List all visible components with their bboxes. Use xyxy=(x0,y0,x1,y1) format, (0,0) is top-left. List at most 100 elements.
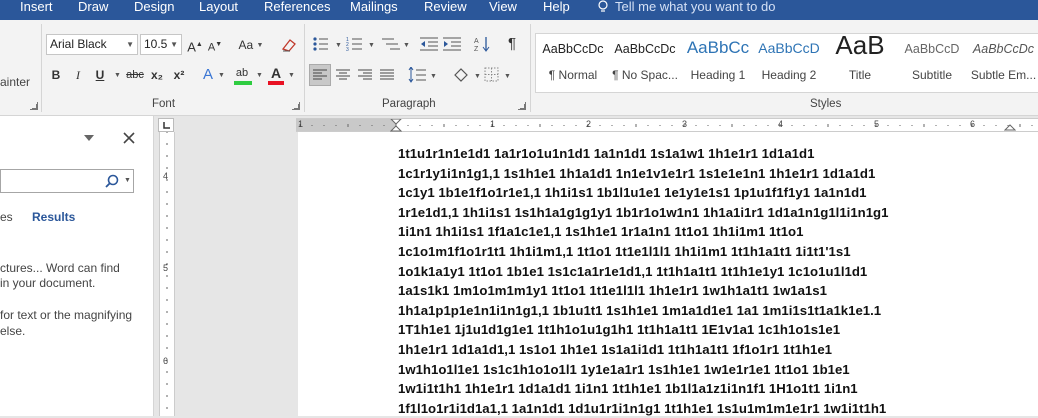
underline-button[interactable]: U xyxy=(92,65,108,85)
style-subtle-emphasis[interactable]: AaBbCcDc Subtle Em... xyxy=(968,34,1038,92)
chevron-down-icon[interactable]: ▼ xyxy=(218,72,225,79)
svg-text:▼: ▼ xyxy=(403,42,410,49)
subscript-button[interactable]: x₂ xyxy=(148,65,166,85)
style-name: ¶ No Spac... xyxy=(612,68,678,82)
style-name: Title xyxy=(848,68,872,82)
menu-insert[interactable]: Insert xyxy=(20,0,53,16)
menu-design[interactable]: Design xyxy=(134,0,174,16)
font-size-value: 10.5 xyxy=(144,37,168,51)
svg-text:3: 3 xyxy=(346,47,349,52)
bullets-icon[interactable]: ▼ xyxy=(312,36,346,52)
indent-marker-icon[interactable] xyxy=(390,119,402,133)
grow-font-icon: A xyxy=(187,39,196,55)
text-line: 1a1s1k1 1m1o1m1m1y1 1t1o1 1t1e1l1l1 1h1e… xyxy=(398,283,827,299)
text-line: 1T1h1e1 1j1u1d1g1e1 1t1h1o1u1g1h1 1t1h1a… xyxy=(398,322,841,338)
menu-help[interactable]: Help xyxy=(543,0,570,16)
document-body[interactable]: 1t1u1r1n1e1d1 1a1r1o1u1n1d1 1a1n1d1 1s1a… xyxy=(398,144,1038,418)
style-heading-2[interactable]: AaBbCcD Heading 2 xyxy=(756,34,822,92)
text-line: 1h1a1p1p1e1n1i1n1g1,1 1b1u1t1 1s1h1e1 1m… xyxy=(398,302,882,318)
increase-indent-icon[interactable] xyxy=(443,36,461,52)
style-preview: AaBbCcDc xyxy=(614,42,676,56)
menu-draw[interactable]: Draw xyxy=(78,0,108,16)
style-subtitle[interactable]: AaBbCcD Subtitle xyxy=(898,34,966,92)
show-formatting-button[interactable]: ¶ xyxy=(505,34,519,54)
ribbon: ainter Arial Black ▼ 10.5 ▼ A▲ A▼ Aa ▼ B I… xyxy=(0,20,1038,116)
borders-icon[interactable]: ▼ xyxy=(484,66,514,84)
align-left-button[interactable] xyxy=(309,64,331,86)
chevron-down-icon[interactable]: ▼ xyxy=(288,72,295,79)
svg-text:A: A xyxy=(474,38,479,45)
clear-formatting-icon[interactable] xyxy=(280,37,298,53)
style-name: ¶ Normal xyxy=(548,68,598,82)
italic-button[interactable]: I xyxy=(70,65,86,85)
right-indent-marker-icon[interactable] xyxy=(1004,123,1016,131)
bold-button[interactable]: B xyxy=(48,65,64,85)
left-tab-icon xyxy=(163,122,170,129)
style-no-spacing[interactable]: AaBbCcDc ¶ No Spac... xyxy=(610,34,680,92)
chevron-down-icon[interactable]: ▼ xyxy=(124,177,131,184)
align-center-button[interactable] xyxy=(333,65,353,85)
text-effects-button[interactable]: A xyxy=(200,65,216,85)
text-line: 1c1o1m1f1o1r1t1 1h1i1m1,1 1t1o1 1t1e1l1l… xyxy=(398,243,851,259)
ruler-number: 5 xyxy=(874,119,880,129)
menu-mailings[interactable]: Mailings xyxy=(350,0,398,16)
style-name: Subtitle xyxy=(911,68,953,82)
menu-layout[interactable]: Layout xyxy=(199,0,238,16)
grow-font-button[interactable]: A▲ xyxy=(186,35,204,55)
paragraph-launcher-icon[interactable] xyxy=(518,102,526,110)
font-name-box[interactable]: Arial Black ▼ xyxy=(46,34,138,55)
numbering-icon[interactable]: 1 2 3 ▼ xyxy=(346,36,380,52)
justify-icon xyxy=(380,69,394,80)
text-line: 1o1k1a1y1 1t1o1 1b1e1 1s1c1a1r1e1d1,1 1t… xyxy=(398,263,868,279)
style-normal[interactable]: AaBbCcDc ¶ Normal xyxy=(538,34,608,92)
style-name: Heading 1 xyxy=(690,68,746,82)
menu-view[interactable]: View xyxy=(489,0,517,16)
change-case-button[interactable]: Aa ▼ xyxy=(236,35,266,55)
horizontal-ruler[interactable]: 1 1 2 3 4 5 6 xyxy=(296,118,1038,132)
shading-icon[interactable]: ▼ xyxy=(452,66,482,84)
navigation-pane: ▼ es Results ctures... Word can find in … xyxy=(0,116,154,416)
highlight-button[interactable]: ab xyxy=(232,63,252,83)
menu-references[interactable]: References xyxy=(264,0,330,16)
svg-text:Z: Z xyxy=(474,46,479,53)
chevron-down-icon[interactable]: ▼ xyxy=(256,72,263,79)
tab-pages[interactable]: es xyxy=(0,210,13,224)
sort-icon[interactable]: AZ xyxy=(474,35,492,53)
menu-review[interactable]: Review xyxy=(424,0,467,16)
style-heading-1[interactable]: AaBbCc Heading 1 xyxy=(682,34,754,92)
text-line: 1r1e1d1,1 1h1i1s1 1s1h1a1g1g1y1 1b1r1o1w… xyxy=(398,204,889,220)
chevron-down-icon[interactable] xyxy=(84,134,94,142)
chevron-down-icon[interactable]: ▼ xyxy=(114,72,121,79)
document-page[interactable]: 1t1u1r1n1e1d1 1a1r1o1u1n1d1 1a1n1d1 1s1a… xyxy=(298,132,1038,416)
strikethrough-button[interactable]: abc xyxy=(125,65,145,85)
text-line: 1t1u1r1n1e1d1 1a1r1o1u1n1d1 1a1n1d1 1s1a… xyxy=(398,146,815,161)
shrink-font-button[interactable]: A▼ xyxy=(206,35,224,55)
font-size-box[interactable]: 10.5 ▼ xyxy=(140,34,182,55)
svg-text:▼: ▼ xyxy=(335,42,342,49)
font-launcher-icon[interactable] xyxy=(292,102,300,110)
search-input[interactable]: ▼ xyxy=(0,169,134,193)
tab-selector[interactable] xyxy=(158,118,174,132)
style-title[interactable]: AaB Title xyxy=(824,34,896,92)
superscript-button[interactable]: x² xyxy=(170,65,188,85)
close-icon[interactable] xyxy=(123,132,135,144)
style-preview: AaBbCcD xyxy=(758,40,820,56)
justify-button[interactable] xyxy=(377,65,397,85)
format-painter-label[interactable]: ainter xyxy=(0,75,30,89)
align-right-icon xyxy=(358,69,372,80)
tell-me-search[interactable]: Tell me what you want to do xyxy=(615,0,775,14)
ruler-number: 1 xyxy=(298,119,304,129)
vertical-ruler[interactable]: 4 5 6 xyxy=(155,132,179,416)
decrease-indent-icon[interactable] xyxy=(420,36,438,52)
line-spacing-icon[interactable]: ▼ xyxy=(408,67,438,83)
ruler-number: 5 xyxy=(163,263,169,273)
search-icon[interactable] xyxy=(105,174,119,188)
tab-results[interactable]: Results xyxy=(32,210,75,224)
svg-text:▼: ▼ xyxy=(474,73,481,80)
clipboard-launcher-icon[interactable] xyxy=(30,102,38,110)
multilevel-list-icon[interactable]: ▼ xyxy=(382,36,412,52)
font-color-button[interactable]: A xyxy=(268,63,284,83)
divider xyxy=(304,24,305,112)
align-right-button[interactable] xyxy=(355,65,375,85)
ruler-number: 4 xyxy=(778,119,784,129)
